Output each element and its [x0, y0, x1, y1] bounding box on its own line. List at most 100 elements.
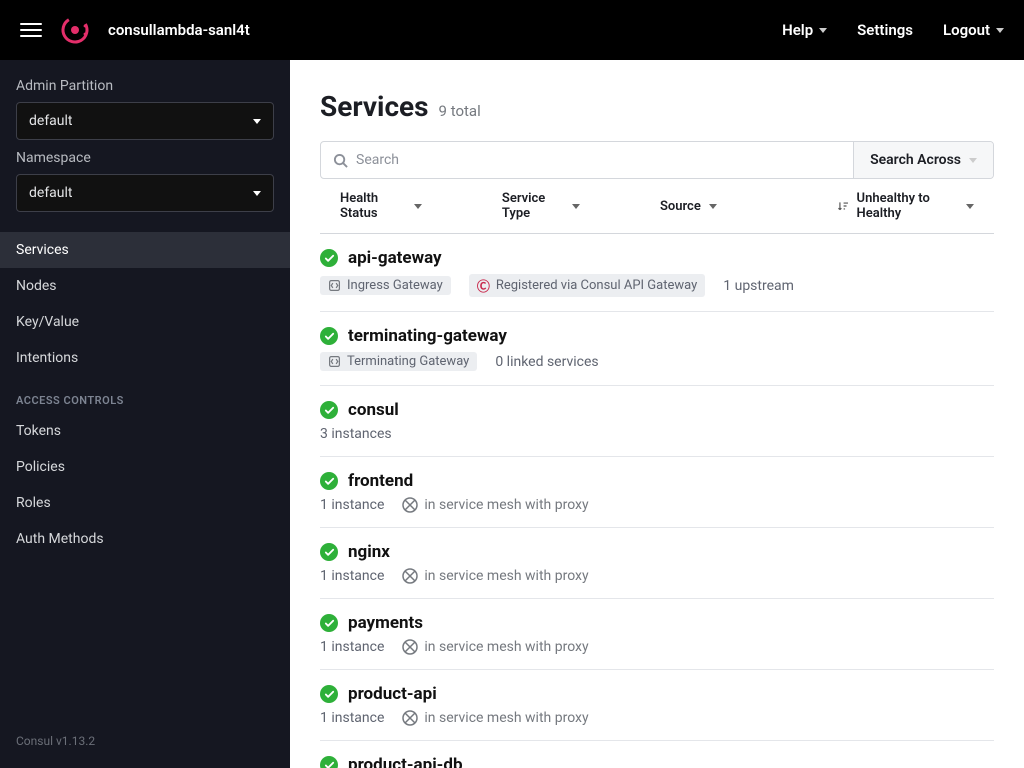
service-instances: 1 instance	[320, 497, 384, 513]
filter-service-type-label: Service Type	[502, 191, 564, 221]
sort-icon	[837, 199, 849, 213]
search-row: Search Across	[320, 141, 994, 179]
health-check-passing-icon	[320, 472, 338, 490]
sidebar-item-nodes[interactable]: Nodes	[0, 268, 290, 304]
service-tag-label: Ingress Gateway	[347, 278, 443, 293]
service-mesh-text: in service mesh with proxy	[424, 497, 588, 513]
service-name: terminating-gateway	[348, 326, 507, 346]
filter-health-status[interactable]: Health Status	[320, 191, 442, 221]
service-title-line: api-gateway	[320, 248, 994, 268]
service-tag-label: Registered via Consul API Gateway	[496, 278, 697, 293]
health-check-passing-icon	[320, 685, 338, 703]
chevron-down-icon	[996, 28, 1004, 33]
service-row[interactable]: product-api-db1 instancein service mesh …	[320, 741, 994, 768]
filter-health-label: Health Status	[340, 191, 406, 221]
sidebar-item-auth-methods[interactable]: Auth Methods	[0, 521, 290, 557]
filter-source[interactable]: Source	[640, 199, 737, 214]
service-extra: 0 linked services	[495, 354, 598, 370]
health-check-passing-icon	[320, 401, 338, 419]
help-menu[interactable]: Help	[782, 21, 827, 39]
sort-dropdown[interactable]: Unhealthy to Healthy	[817, 191, 994, 221]
chevron-down-icon	[819, 28, 827, 33]
service-row[interactable]: product-api 1 instance in service mesh wit…	[320, 670, 994, 741]
sidebar-item-key-value[interactable]: Key/Value	[0, 304, 290, 340]
search-input[interactable]	[348, 142, 841, 178]
service-list[interactable]: api-gateway Ingress Gateway ⒸRegistered vi…	[290, 234, 1024, 768]
topbar-left: consullambda-sanl4t	[20, 15, 250, 45]
namespace-label: Namespace	[16, 150, 274, 166]
service-row[interactable]: frontend1 instancein service mesh with p…	[320, 457, 994, 528]
mesh-icon	[402, 568, 418, 584]
namespace-select[interactable]: default	[16, 174, 274, 212]
sidebar-item-tokens[interactable]: Tokens	[0, 413, 290, 449]
service-title-line: product-api	[320, 684, 994, 704]
service-mesh-text: in service mesh with proxy	[424, 568, 588, 584]
service-meta: 1 instance in service mesh with proxy	[320, 639, 994, 655]
service-instances: 1 instance	[320, 639, 384, 655]
service-mesh-text: in service mesh with proxy	[424, 639, 588, 655]
service-tag: Terminating Gateway	[320, 352, 477, 371]
service-row[interactable]: consul3 instances	[320, 386, 994, 457]
menu-icon[interactable]	[20, 23, 42, 37]
search-across-label: Search Across	[870, 152, 961, 168]
topbar-right: Help Settings Logout	[782, 21, 1004, 39]
service-name: product-api-db	[348, 755, 463, 768]
service-row[interactable]: payments 1 instance in service mesh with p…	[320, 599, 994, 670]
service-title-line: payments	[320, 613, 994, 633]
sidebar-nav: ServicesNodesKey/ValueIntentions	[0, 232, 290, 376]
chevron-down-icon	[253, 119, 261, 124]
chevron-down-icon	[709, 204, 717, 209]
settings-label: Settings	[857, 21, 913, 39]
partition-label: Admin Partition	[16, 78, 274, 94]
service-title-line: nginx	[320, 542, 994, 562]
chevron-down-icon	[966, 204, 974, 209]
namespace-section: Namespace default	[0, 150, 290, 222]
sidebar-item-policies[interactable]: Policies	[0, 449, 290, 485]
chevron-down-icon	[572, 204, 580, 209]
mesh-icon	[402, 710, 418, 726]
search-across-dropdown[interactable]: Search Across	[853, 142, 993, 178]
partition-select[interactable]: default	[16, 102, 274, 140]
service-meta: 1 instancein service mesh with proxy	[320, 568, 994, 584]
service-meta: 1 instance in service mesh with proxy	[320, 497, 994, 513]
access-controls-heading: ACCESS CONTROLS	[0, 376, 290, 413]
namespace-value: default	[29, 185, 73, 201]
service-name: api-gateway	[348, 248, 442, 268]
service-title-line: product-api-db	[320, 755, 994, 768]
help-label: Help	[782, 21, 813, 39]
filter-service-type[interactable]: Service Type	[482, 191, 600, 221]
mesh-icon	[402, 639, 418, 655]
sort-label: Unhealthy to Healthy	[857, 191, 958, 221]
page-title: Services 9 total	[320, 90, 994, 123]
logout-label: Logout	[943, 21, 990, 39]
partition-section: Admin Partition default	[0, 78, 290, 150]
sidebar-item-services[interactable]: Services	[0, 232, 290, 268]
health-check-passing-icon	[320, 614, 338, 632]
chevron-down-icon	[253, 191, 261, 196]
partition-value: default	[29, 113, 73, 129]
service-title-line: terminating-gateway	[320, 326, 994, 346]
service-instances: 3 instances	[320, 426, 392, 442]
mesh-icon	[402, 497, 418, 513]
service-mesh-text: in service mesh with proxy	[424, 710, 588, 726]
service-tag: ⒸRegistered via Consul API Gateway	[469, 274, 705, 297]
chevron-down-icon	[969, 158, 977, 163]
service-count: 9 total	[439, 102, 481, 120]
logout-menu[interactable]: Logout	[943, 21, 1004, 39]
service-row[interactable]: nginx 1 instancein service mesh with prox…	[320, 528, 994, 599]
top-bar: consullambda-sanl4t Help Settings Logout	[0, 0, 1024, 60]
service-mesh-label: in service mesh with proxy	[402, 497, 588, 513]
sidebar: Admin Partition default Namespace defaul…	[0, 60, 290, 768]
sidebar-item-roles[interactable]: Roles	[0, 485, 290, 521]
service-row[interactable]: api-gateway Ingress Gateway ⒸRegistered vi…	[320, 234, 994, 312]
sidebar-item-intentions[interactable]: Intentions	[0, 340, 290, 376]
service-tag: Ingress Gateway	[320, 276, 451, 295]
consul-logo-icon[interactable]	[60, 15, 90, 45]
cluster-name[interactable]: consullambda-sanl4t	[108, 21, 250, 39]
service-instances: 1 instance	[320, 710, 384, 726]
service-row[interactable]: terminating-gateway Terminating Gateway 0 …	[320, 312, 994, 386]
service-mesh-label: in service mesh with proxy	[402, 710, 588, 726]
service-meta: Terminating Gateway 0 linked services	[320, 352, 994, 371]
main-header: Services 9 total Search Across Health St	[290, 60, 1024, 233]
settings-link[interactable]: Settings	[857, 21, 913, 39]
